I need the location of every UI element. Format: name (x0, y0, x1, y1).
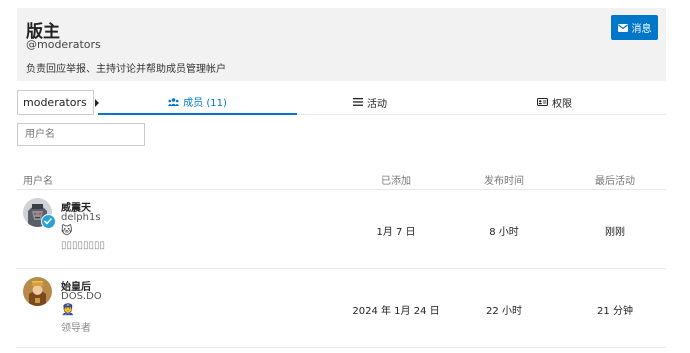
group-tabs: 成员 (11) 活动 权限 (98, 90, 666, 115)
group-selector[interactable]: moderators (17, 90, 99, 115)
member-title: 领导者 (61, 323, 91, 334)
member-posted: 22 小时 (486, 306, 522, 317)
group-header: 版主 @moderators 负责回应举报、主持讨论并帮助成员管理帐户 消息 (17, 8, 666, 81)
verified-badge-icon (41, 214, 56, 229)
tab-members-label: 成员 (11) (183, 98, 227, 109)
id-card-icon (537, 98, 548, 106)
header-username[interactable]: 用户名 (23, 172, 53, 187)
member-status-emoji: 👮 (61, 303, 75, 316)
tab-permissions[interactable]: 权限 (443, 90, 666, 114)
header-added[interactable]: 已添加 (367, 172, 425, 187)
group-handle: @moderators (26, 38, 101, 51)
message-button-label: 消息 (631, 24, 652, 35)
header-last-activity[interactable]: 最后活动 (585, 172, 645, 187)
group-selector-value: moderators (23, 96, 87, 109)
member-added: 1月 7 日 (376, 227, 416, 238)
member-title: ▯▯▯▯▯▯▯▯ (61, 240, 106, 251)
tab-members[interactable]: 成员 (11) (98, 90, 297, 115)
member-posted: 8 小时 (489, 227, 519, 238)
member-last-activity: 刚刚 (605, 227, 625, 238)
member-handle[interactable]: DOS.DO (61, 291, 102, 302)
table-row: 始皇后 DOS.DO 👮 领导者 2024 年 1月 24 日 22 小时 21… (17, 269, 666, 348)
member-last-activity: 21 分钟 (597, 306, 633, 317)
tab-activity-label: 活动 (367, 98, 387, 110)
table-row: 威震天 delph1s 🐱 ▯▯▯▯▯▯▯▯ 1月 7 日 8 小时 刚刚 (17, 190, 666, 269)
message-button[interactable]: 消息 (611, 15, 658, 40)
member-handle[interactable]: delph1s (61, 212, 101, 223)
users-icon (168, 97, 180, 106)
tab-permissions-label: 权限 (552, 98, 572, 110)
envelope-icon (617, 23, 628, 32)
group-description: 负责回应举报、主持讨论并帮助成员管理帐户 (26, 64, 226, 75)
avatar[interactable] (23, 277, 52, 306)
member-status-emoji: 🐱 (61, 224, 73, 237)
member-added: 2024 年 1月 24 日 (352, 306, 440, 317)
header-posted[interactable]: 发布时间 (474, 172, 534, 187)
members-table-header: 用户名 已添加 发布时间 最后活动 (17, 170, 666, 190)
list-icon (353, 98, 363, 106)
tab-activity[interactable]: 活动 (297, 90, 443, 114)
username-filter-input[interactable] (17, 123, 145, 146)
